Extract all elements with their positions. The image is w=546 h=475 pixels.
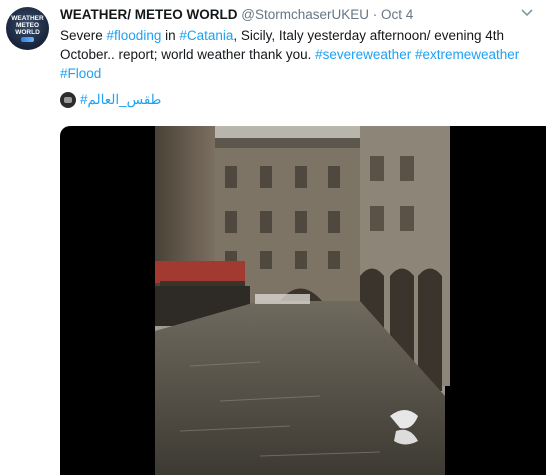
avatar-text-line-3: WORLD (15, 29, 40, 36)
separator-dot: · (372, 7, 378, 22)
flood-emoji-icon (60, 92, 76, 108)
tweet-card: WEATHER METEO WORLD WEATHER/ METEO WORLD… (0, 0, 546, 475)
video-player[interactable] (60, 126, 546, 475)
tweet-text: Severe #flooding in #Catania, Sicily, It… (60, 26, 530, 83)
hashtag-arabic[interactable]: طقس_العالم# (80, 92, 161, 108)
hashtag-link[interactable]: #Flood (60, 66, 101, 81)
tweet-header: WEATHER/ METEO WORLD @StormchaserUKEU · … (60, 7, 413, 22)
globe-icon (21, 37, 34, 42)
hashtag-link[interactable]: #Catania (179, 28, 233, 43)
display-name[interactable]: WEATHER/ METEO WORLD (60, 7, 237, 22)
hashtag-link[interactable]: #flooding (107, 28, 162, 43)
hashtag-link[interactable]: #extremeweather (415, 47, 519, 62)
arabic-hashtag-line: طقس_العالم# (60, 92, 161, 108)
chevron-down-icon (521, 9, 533, 17)
hashtag-link[interactable]: #severeweather (315, 47, 411, 62)
tweet-text-segment: in (161, 28, 180, 43)
user-handle[interactable]: @StormchaserUKEU (241, 7, 369, 22)
tweet-menu-button[interactable] (520, 6, 534, 20)
avatar[interactable]: WEATHER METEO WORLD (6, 7, 49, 50)
tweet-date[interactable]: Oct 4 (381, 7, 413, 22)
avatar-text-line-2: METEO (15, 22, 40, 29)
flooded-street-video-frame (155, 126, 450, 475)
tweet-text-segment: Severe (60, 28, 107, 43)
avatar-text-line-1: WEATHER (11, 15, 44, 22)
